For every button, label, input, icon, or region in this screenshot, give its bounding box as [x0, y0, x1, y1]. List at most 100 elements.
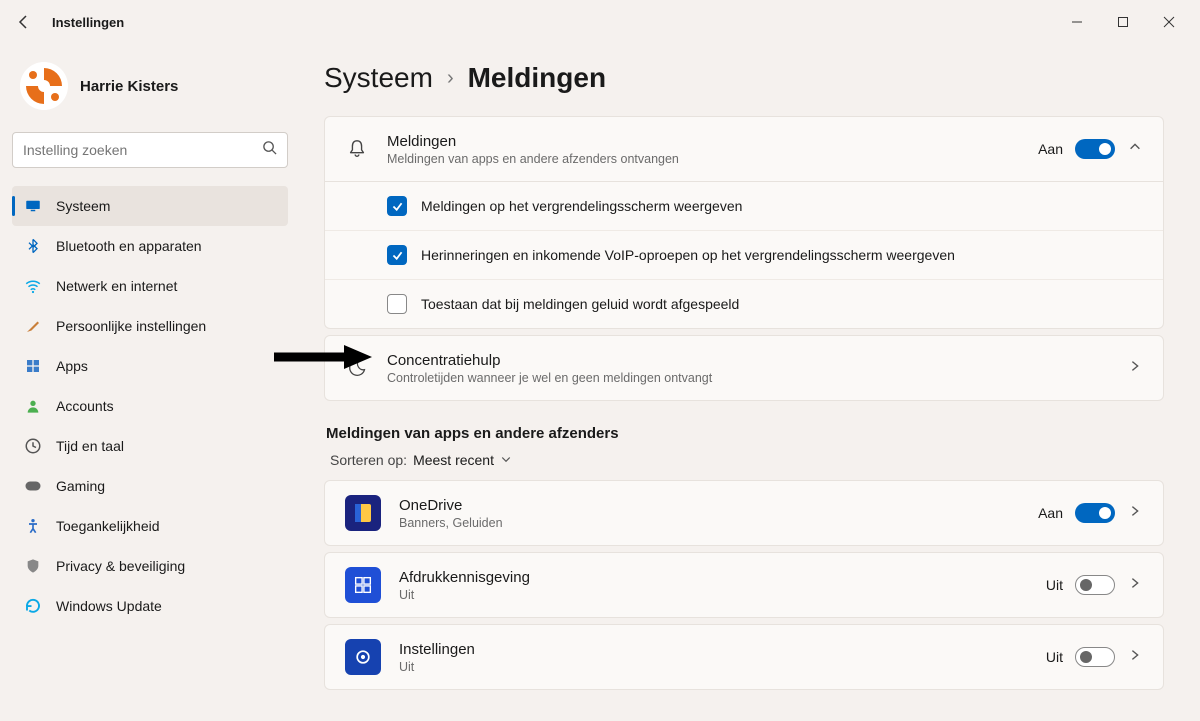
- focus-assist-card[interactable]: Concentratiehulp Controletijden wanneer …: [324, 335, 1164, 401]
- chevron-right-icon: ›: [447, 67, 454, 90]
- app-icon: [345, 567, 381, 603]
- option-label: Herinneringen en inkomende VoIP-oproepen…: [421, 247, 955, 263]
- app-toggle[interactable]: [1075, 647, 1115, 667]
- nav-item-shield[interactable]: Privacy & beveiliging: [12, 546, 288, 586]
- notifications-title: Meldingen: [387, 133, 1020, 150]
- app-state: Uit: [1046, 577, 1063, 593]
- app-toggle[interactable]: [1075, 503, 1115, 523]
- apps-section-heading: Meldingen van apps en andere afzenders: [326, 425, 1164, 442]
- nav-item-update[interactable]: Windows Update: [12, 586, 288, 626]
- maximize-button[interactable]: [1100, 6, 1146, 38]
- nav-item-access[interactable]: Toegankelijkheid: [12, 506, 288, 546]
- app-title: Instellingen: [52, 15, 124, 30]
- main-content: Systeem › Meldingen Meldingen Meldingen …: [300, 44, 1200, 721]
- nav-item-clock[interactable]: Tijd en taal: [12, 426, 288, 466]
- search-box[interactable]: [12, 132, 288, 168]
- nav-item-label: Tijd en taal: [56, 438, 124, 454]
- shield-icon: [24, 557, 42, 575]
- chevron-down-icon: [500, 452, 512, 468]
- app-sub: Uit: [399, 660, 1028, 674]
- focus-subtitle: Controletijden wanneer je wel en geen me…: [387, 371, 1109, 385]
- nav-item-label: Apps: [56, 358, 88, 374]
- bell-icon: [345, 138, 369, 160]
- titlebar: Instellingen: [0, 0, 1200, 44]
- app-name: OneDrive: [399, 497, 1020, 514]
- wifi-icon: [24, 277, 42, 295]
- notification-option-row[interactable]: Herinneringen en inkomende VoIP-oproepen…: [325, 230, 1163, 279]
- minimize-button[interactable]: [1054, 6, 1100, 38]
- notifications-header-row[interactable]: Meldingen Meldingen van apps en andere a…: [325, 117, 1163, 181]
- nav-item-label: Persoonlijke instellingen: [56, 318, 206, 334]
- app-sub: Banners, Geluiden: [399, 516, 1020, 530]
- checkbox-unchecked[interactable]: [387, 294, 407, 314]
- option-label: Meldingen op het vergrendelingsscherm we…: [421, 198, 742, 214]
- nav-item-monitor[interactable]: Systeem: [12, 186, 288, 226]
- nav-item-bluetooth[interactable]: Bluetooth en apparaten: [12, 226, 288, 266]
- game-icon: [24, 477, 42, 495]
- app-name: Afdrukkennisgeving: [399, 569, 1028, 586]
- update-icon: [24, 597, 42, 615]
- nav-item-brush[interactable]: Persoonlijke instellingen: [12, 306, 288, 346]
- app-notification-card[interactable]: Instellingen Uit Uit: [324, 624, 1164, 690]
- nav-item-game[interactable]: Gaming: [12, 466, 288, 506]
- chevron-right-icon: [1127, 504, 1143, 523]
- nav-item-person[interactable]: Accounts: [12, 386, 288, 426]
- access-icon: [24, 517, 42, 535]
- brush-icon: [24, 317, 42, 335]
- app-toggle[interactable]: [1075, 575, 1115, 595]
- monitor-icon: [24, 197, 42, 215]
- nav-item-wifi[interactable]: Netwerk en internet: [12, 266, 288, 306]
- app-notification-card[interactable]: OneDrive Banners, Geluiden Aan: [324, 480, 1164, 546]
- search-icon: [262, 140, 277, 160]
- profile[interactable]: Harrie Kisters: [12, 44, 288, 132]
- sort-value: Meest recent: [413, 452, 494, 468]
- chevron-right-icon: [1127, 648, 1143, 667]
- nav-item-label: Netwerk en internet: [56, 278, 177, 294]
- notification-option-row[interactable]: Meldingen op het vergrendelingsscherm we…: [325, 182, 1163, 230]
- search-input[interactable]: [23, 142, 262, 158]
- person-icon: [24, 397, 42, 415]
- checkbox-checked[interactable]: [387, 196, 407, 216]
- nav-item-apps[interactable]: Apps: [12, 346, 288, 386]
- breadcrumb-current: Meldingen: [468, 62, 606, 94]
- focus-title: Concentratiehulp: [387, 352, 1109, 369]
- notifications-state: Aan: [1038, 141, 1063, 157]
- chevron-right-icon: [1127, 359, 1143, 378]
- app-state: Aan: [1038, 505, 1063, 521]
- app-sub: Uit: [399, 588, 1028, 602]
- avatar: [20, 62, 68, 110]
- profile-name: Harrie Kisters: [80, 78, 178, 95]
- option-label: Toestaan dat bij meldingen geluid wordt …: [421, 296, 739, 312]
- moon-icon: [345, 358, 369, 378]
- minimize-icon: [1071, 16, 1083, 28]
- apps-icon: [24, 357, 42, 375]
- sort-dropdown[interactable]: Sorteren op: Meest recent: [330, 452, 1164, 468]
- notifications-toggle[interactable]: [1075, 139, 1115, 159]
- close-button[interactable]: [1146, 6, 1192, 38]
- notifications-card: Meldingen Meldingen van apps en andere a…: [324, 116, 1164, 329]
- app-icon: [345, 495, 381, 531]
- arrow-left-icon: [16, 14, 32, 30]
- breadcrumb-parent[interactable]: Systeem: [324, 62, 433, 94]
- bluetooth-icon: [24, 237, 42, 255]
- app-notification-card[interactable]: Afdrukkennisgeving Uit Uit: [324, 552, 1164, 618]
- nav-item-label: Windows Update: [56, 598, 162, 614]
- notification-option-row[interactable]: Toestaan dat bij meldingen geluid wordt …: [325, 279, 1163, 328]
- nav-item-label: Toegankelijkheid: [56, 518, 160, 534]
- chevron-up-icon[interactable]: [1127, 140, 1143, 159]
- nav-item-label: Accounts: [56, 398, 114, 414]
- app-state: Uit: [1046, 649, 1063, 665]
- nav-item-label: Bluetooth en apparaten: [56, 238, 202, 254]
- sidebar: Harrie Kisters Systeem Bluetooth en appar…: [0, 44, 300, 721]
- sort-label: Sorteren op:: [330, 452, 407, 468]
- back-button[interactable]: [8, 6, 40, 38]
- nav-item-label: Systeem: [56, 198, 110, 214]
- app-icon: [345, 639, 381, 675]
- app-name: Instellingen: [399, 641, 1028, 658]
- checkbox-checked[interactable]: [387, 245, 407, 265]
- chevron-right-icon: [1127, 576, 1143, 595]
- close-icon: [1163, 16, 1175, 28]
- nav: Systeem Bluetooth en apparaten Netwerk en …: [12, 186, 288, 626]
- clock-icon: [24, 437, 42, 455]
- notifications-subtitle: Meldingen van apps en andere afzenders o…: [387, 152, 1020, 166]
